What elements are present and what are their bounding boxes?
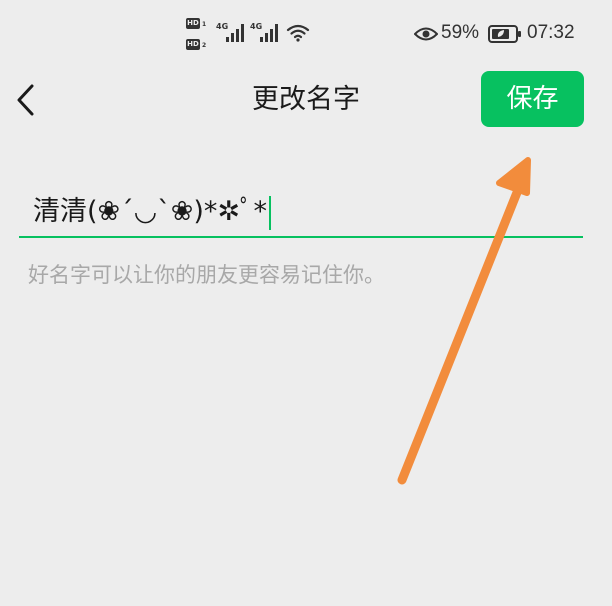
hd-indicators: HD 1 HD 2 — [186, 18, 212, 52]
hd-badge-2: HD — [186, 39, 200, 50]
hd-badge-1-sub: 1 — [202, 21, 207, 28]
name-hint: 好名字可以让你的朋友更容易记住你。 — [28, 263, 385, 287]
name-input-value: 清清(❀´◡`❀)*✲ﾟ* — [33, 196, 267, 227]
change-name-screen: HD 1 HD 2 4G 4G 59% 07:32 更改名字 保存 清清(❀´◡… — [0, 0, 612, 606]
battery-percent: 59% — [441, 22, 480, 43]
battery-icon — [488, 25, 521, 43]
name-input-field[interactable]: 清清(❀´◡`❀)*✲ﾟ* — [33, 192, 271, 232]
hd-badge-2-sub: 2 — [202, 42, 207, 49]
hd-badge-1: HD — [186, 18, 200, 29]
back-button[interactable] — [8, 80, 48, 120]
clock: 07:32 — [527, 22, 575, 43]
text-cursor — [269, 195, 271, 230]
wifi-icon — [286, 24, 310, 42]
chevron-left-icon — [17, 84, 34, 116]
name-input[interactable]: 清清(❀´◡`❀)*✲ﾟ* — [19, 186, 583, 238]
status-bar: HD 1 HD 2 4G 4G 59% 07:32 — [0, 0, 612, 66]
eye-icon — [414, 27, 438, 41]
save-button[interactable]: 保存 — [481, 71, 584, 127]
